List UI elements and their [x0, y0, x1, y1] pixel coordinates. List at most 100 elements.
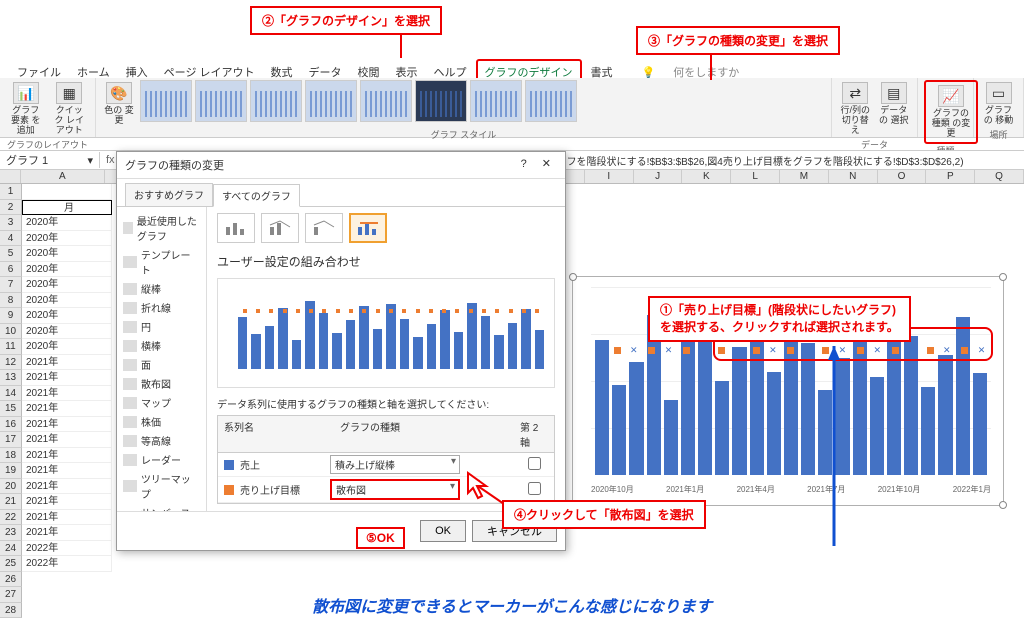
combo-subtype-custom[interactable]	[349, 213, 387, 243]
col-a-cell[interactable]: 2021年	[22, 370, 112, 386]
series-type-select-sales[interactable]: 積み上げ縦棒	[330, 455, 460, 474]
chart-category-item[interactable]: レーダー	[117, 450, 206, 469]
chart-marker[interactable]	[701, 347, 708, 354]
select-data-button[interactable]: ▤データの 選択	[877, 80, 912, 128]
col-a-cell[interactable]: 2021年	[22, 401, 112, 417]
name-box[interactable]: グラフ 1 ▾	[0, 152, 100, 168]
row-header[interactable]: 7	[0, 277, 22, 293]
chart-bar[interactable]	[629, 362, 643, 475]
col-header-o[interactable]: O	[878, 170, 927, 183]
tab-recommended[interactable]: おすすめグラフ	[125, 183, 213, 206]
chart-category-item[interactable]: マップ	[117, 393, 206, 412]
chart-bar[interactable]	[612, 385, 626, 475]
col-a-cell[interactable]: 2021年	[22, 432, 112, 448]
resize-handle[interactable]	[999, 273, 1007, 281]
style-thumb-8[interactable]	[525, 80, 577, 122]
chart-bar[interactable]	[938, 355, 952, 475]
dialog-titlebar[interactable]: グラフの種類の変更 ? ✕	[117, 152, 565, 179]
row-header[interactable]: 19	[0, 463, 22, 479]
col-a-cell[interactable]: 2021年	[22, 510, 112, 526]
chart-bar[interactable]	[801, 343, 815, 475]
chart-marker[interactable]	[631, 347, 638, 354]
col-a-cell[interactable]: 2021年	[22, 494, 112, 510]
style-thumb-5[interactable]	[360, 80, 412, 122]
col-a-cell[interactable]: 2021年	[22, 479, 112, 495]
chart-bar[interactable]	[767, 372, 781, 475]
combo-subtype-1[interactable]	[217, 213, 255, 243]
row-header[interactable]: 13	[0, 370, 22, 386]
ok-button[interactable]: OK	[420, 520, 466, 542]
style-thumb-1[interactable]	[140, 80, 192, 122]
chart-bar[interactable]	[664, 400, 678, 475]
row-header[interactable]: 23	[0, 525, 22, 541]
chart-category-item[interactable]: 株価	[117, 412, 206, 431]
col-a-cell[interactable]: 2020年	[22, 231, 112, 247]
chart-category-item[interactable]: テンプレート	[117, 245, 206, 279]
row-header[interactable]: 6	[0, 262, 22, 278]
row-header[interactable]: 3	[0, 215, 22, 231]
row-header[interactable]: 26	[0, 572, 22, 588]
chart-bar[interactable]	[973, 373, 987, 475]
col-a-header-cell[interactable]: 月	[22, 200, 112, 216]
chart-category-item[interactable]: 面	[117, 355, 206, 374]
col-a-cell[interactable]: 2020年	[22, 339, 112, 355]
chart-category-item[interactable]: 折れ線	[117, 298, 206, 317]
col-header-n[interactable]: N	[829, 170, 878, 183]
combo-subtype-2[interactable]	[261, 213, 299, 243]
style-thumb-6[interactable]	[415, 80, 467, 122]
col-header-j[interactable]: J	[634, 170, 683, 183]
col-a-cell[interactable]: 2022年	[22, 541, 112, 557]
row-header[interactable]: 11	[0, 339, 22, 355]
chart-bar[interactable]	[595, 340, 609, 475]
col-header-q[interactable]: Q	[975, 170, 1024, 183]
series-axis2-sales[interactable]	[528, 457, 541, 470]
chart-category-item[interactable]: ツリーマップ	[117, 469, 206, 503]
col-header-p[interactable]: P	[926, 170, 975, 183]
col-a-cell[interactable]: 2021年	[22, 355, 112, 371]
combo-subtype-3[interactable]	[305, 213, 343, 243]
dialog-help-button[interactable]: ?	[515, 158, 533, 170]
chart-category-list[interactable]: 最近使用したグラフテンプレート縦棒折れ線円横棒面散布図マップ株価等高線レーダーツ…	[117, 207, 207, 511]
change-colors-button[interactable]: 🎨色の 変更	[102, 80, 136, 128]
row-header[interactable]: 24	[0, 541, 22, 557]
chart-category-item[interactable]: 縦棒	[117, 279, 206, 298]
row-header[interactable]: 21	[0, 494, 22, 510]
col-header-i[interactable]: I	[585, 170, 634, 183]
col-a-cell[interactable]: 2020年	[22, 293, 112, 309]
row-header[interactable]: 2	[0, 200, 22, 216]
tab-all-charts[interactable]: すべてのグラフ	[213, 184, 300, 207]
chart-marker[interactable]	[648, 347, 655, 354]
move-chart-button[interactable]: ▭グラフの 移動	[980, 80, 1017, 128]
row-header[interactable]: 5	[0, 246, 22, 262]
col-a-cell[interactable]: 2020年	[22, 246, 112, 262]
col-a-cell[interactable]: 2020年	[22, 324, 112, 340]
col-a-cell[interactable]: 2021年	[22, 386, 112, 402]
style-thumb-4[interactable]	[305, 80, 357, 122]
row-header[interactable]: 10	[0, 324, 22, 340]
dialog-close-button[interactable]: ✕	[536, 158, 557, 170]
chart-category-item[interactable]: 最近使用したグラフ	[117, 211, 206, 245]
row-header[interactable]: 12	[0, 355, 22, 371]
row-header[interactable]: 8	[0, 293, 22, 309]
col-a-cell[interactable]: 2021年	[22, 448, 112, 464]
col-header-l[interactable]: L	[731, 170, 780, 183]
chart-bar[interactable]	[715, 381, 729, 475]
row-header[interactable]: 14	[0, 386, 22, 402]
switch-row-col-button[interactable]: ⇄行/列の 切り替え	[838, 80, 873, 138]
col-a-cell[interactable]: 2020年	[22, 308, 112, 324]
col-a-cell[interactable]: 2022年	[22, 556, 112, 572]
style-thumb-2[interactable]	[195, 80, 247, 122]
col-header-m[interactable]: M	[780, 170, 829, 183]
chart-marker[interactable]	[666, 347, 673, 354]
chart-category-item[interactable]: サンバースト	[117, 503, 206, 511]
row-header[interactable]: 1	[0, 184, 22, 200]
chart-category-item[interactable]: 横棒	[117, 336, 206, 355]
chart-bar[interactable]	[921, 387, 935, 475]
col-a-cell[interactable]: 2021年	[22, 417, 112, 433]
chart-marker[interactable]	[614, 347, 621, 354]
row-header[interactable]: 16	[0, 417, 22, 433]
col-a-cell[interactable]: 2021年	[22, 463, 112, 479]
resize-handle[interactable]	[999, 501, 1007, 509]
series-axis2-target[interactable]	[528, 482, 541, 495]
row-header[interactable]: 18	[0, 448, 22, 464]
